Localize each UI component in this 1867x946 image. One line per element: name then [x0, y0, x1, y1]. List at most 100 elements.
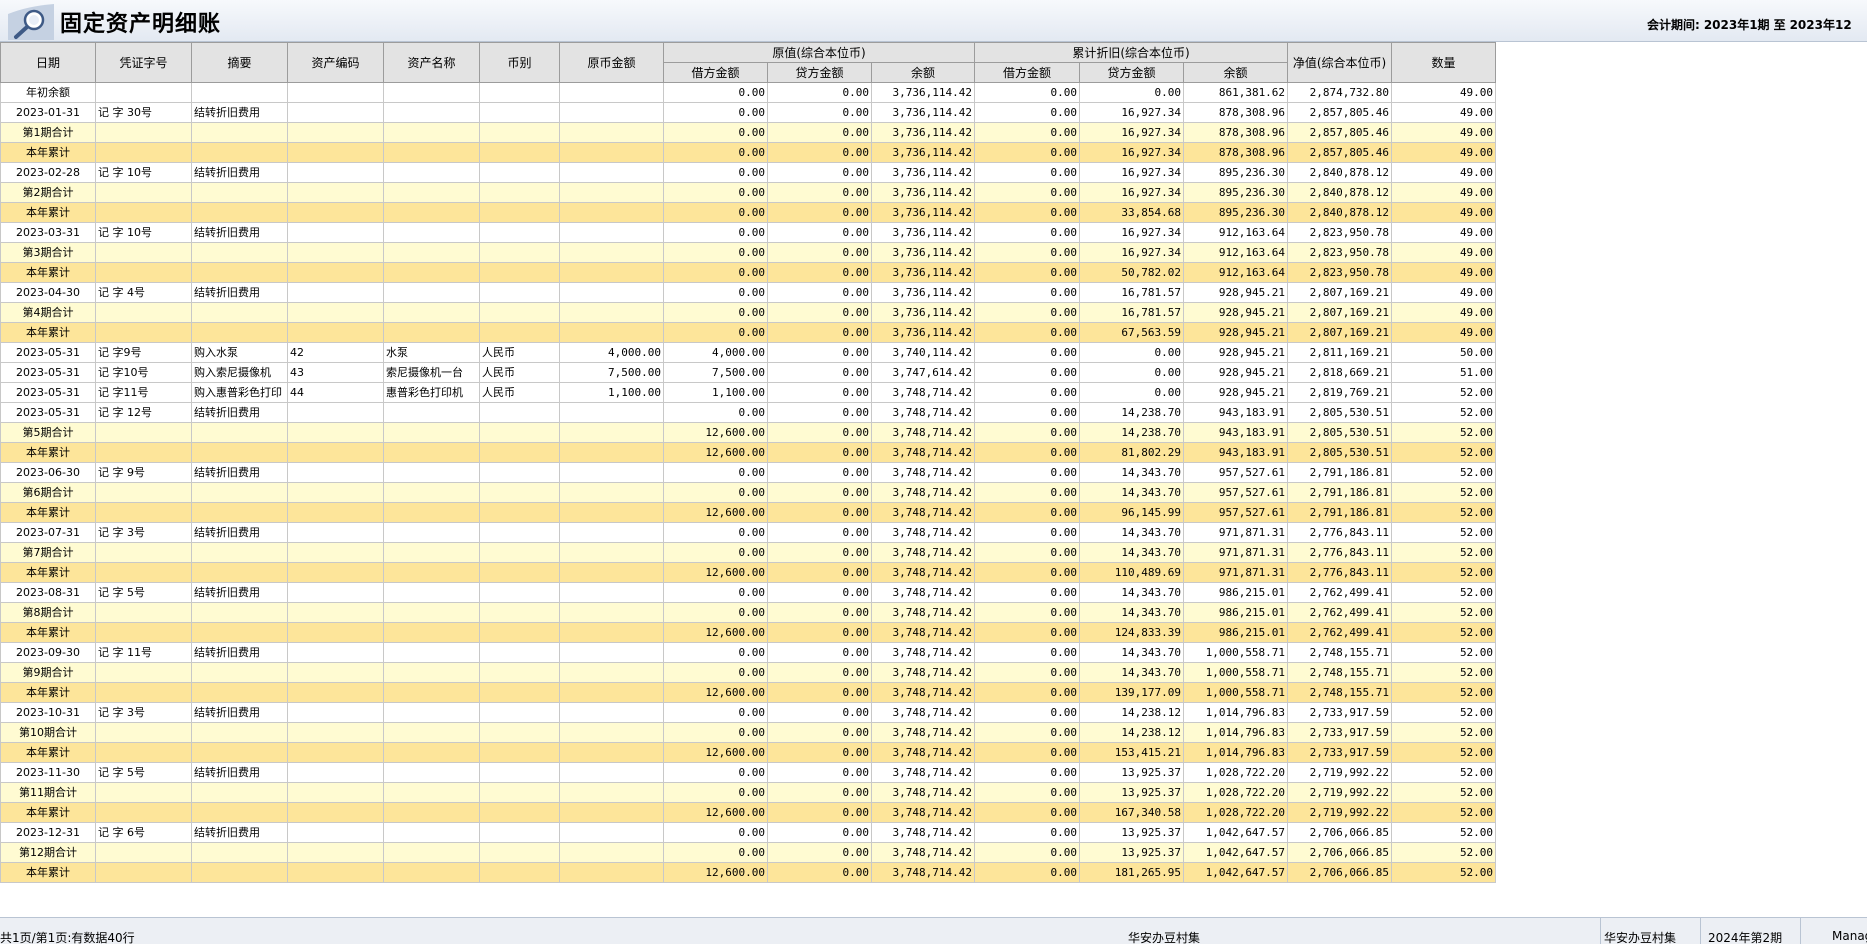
ledger-grid[interactable]: 日期 凭证字号 摘要 资产编码 资产名称 币别 原币金额 原值(综合本位币) 累…	[0, 42, 1497, 883]
cell-orig-amount: 1,100.00	[559, 382, 664, 403]
year-total-row[interactable]: 本年累计 12,600.00 0.00 3,748,714.42 0.00 139,177…	[0, 682, 1497, 703]
table-row[interactable]: 2023-05-31 记 字 12号 结转折旧费用 0.00 0.00 3,748,714…	[0, 402, 1497, 423]
year-total-row[interactable]: 本年累计 0.00 0.00 3,736,114.42 0.00 16,927.34 878…	[0, 142, 1497, 163]
cell-voucher	[95, 182, 192, 203]
col-asset-code[interactable]: 资产编码	[287, 42, 384, 83]
year-total-row[interactable]: 本年累计 12,600.00 0.00 3,748,714.42 0.00 124,833…	[0, 622, 1497, 643]
cell-summary	[191, 602, 288, 623]
cell-dep-debit: 0.00	[974, 342, 1081, 363]
cell-asset-code	[287, 322, 384, 343]
cell-orig-balance: 3,748,714.42	[870, 822, 976, 843]
cell-asset-code	[287, 222, 384, 243]
period-subtotal-row[interactable]: 第7期合计 0.00 0.00 3,748,714.42 0.00 14,343.70 97…	[0, 542, 1497, 563]
cell-orig-debit: 0.00	[663, 582, 768, 603]
table-row[interactable]: 2023-09-30 记 字 11号 结转折旧费用 0.00 0.00 3,748,714…	[0, 642, 1497, 663]
cell-orig-credit: 0.00	[767, 462, 872, 483]
col-date[interactable]: 日期	[0, 42, 96, 83]
year-total-row[interactable]: 本年累计 12,600.00 0.00 3,748,714.42 0.00 81,802.…	[0, 442, 1497, 463]
table-row[interactable]: 2023-07-31 记 字 3号 结转折旧费用 0.00 0.00 3,748,714.…	[0, 522, 1497, 543]
cell-orig-debit: 0.00	[663, 202, 768, 223]
year-total-row[interactable]: 本年累计 12,600.00 0.00 3,748,714.42 0.00 153,415…	[0, 742, 1497, 763]
cell-voucher	[95, 322, 192, 343]
cell-orig-balance: 3,736,114.42	[870, 202, 976, 223]
table-row[interactable]: 2023-01-31 记 字 30号 结转折旧费用 0.00 0.00 3,736,114…	[0, 102, 1497, 123]
period-subtotal-row[interactable]: 第5期合计 12,600.00 0.00 3,748,714.42 0.00 14,238…	[0, 422, 1497, 443]
cell-summary: 结转折旧费用	[191, 462, 288, 483]
table-row[interactable]: 2023-03-31 记 字 10号 结转折旧费用 0.00 0.00 3,736,114…	[0, 222, 1497, 243]
cell-dep-debit: 0.00	[974, 422, 1081, 443]
cell-voucher: 记 字 12号	[95, 402, 192, 423]
cell-dep-debit: 0.00	[974, 622, 1081, 643]
cell-orig-amount: 4,000.00	[559, 342, 664, 363]
table-row[interactable]: 2023-05-31 记 字11号 购入惠普彩色打印 44 惠普彩色打印机 人民币 1,10…	[0, 382, 1497, 403]
col-net-value[interactable]: 净值(综合本位币)	[1287, 42, 1393, 83]
opening-balance-row[interactable]: 年初余额 0.00 0.00 3,736,114.42 0.00 0.00 861,381.…	[0, 82, 1497, 103]
col-quantity[interactable]: 数量	[1391, 42, 1497, 83]
year-total-row[interactable]: 本年累计 12,600.00 0.00 3,748,714.42 0.00 167,340…	[0, 802, 1497, 823]
period-subtotal-row[interactable]: 第9期合计 0.00 0.00 3,748,714.42 0.00 14,343.70 1,…	[0, 662, 1497, 683]
period-subtotal-row[interactable]: 第11期合计 0.00 0.00 3,748,714.42 0.00 13,925.37 1…	[0, 782, 1497, 803]
year-total-row[interactable]: 本年累计 12,600.00 0.00 3,748,714.42 0.00 96,145.…	[0, 502, 1497, 523]
cell-dep-credit: 153,415.21	[1079, 742, 1185, 763]
cell-asset-name	[383, 102, 480, 123]
cell-date: 第10期合计	[0, 722, 96, 743]
period-subtotal-row[interactable]: 第4期合计 0.00 0.00 3,736,114.42 0.00 16,781.57 92…	[0, 302, 1497, 323]
cell-orig-debit: 0.00	[663, 142, 768, 163]
table-row[interactable]: 2023-10-31 记 字 3号 结转折旧费用 0.00 0.00 3,748,714.…	[0, 702, 1497, 723]
col-orig-debit[interactable]: 借方金额	[663, 62, 768, 83]
cell-dep-credit: 14,343.70	[1079, 602, 1185, 623]
table-row[interactable]: 2023-05-31 记 字9号 购入水泵 42 水泵 人民币 4,000.00 4,000.…	[0, 342, 1497, 363]
year-total-row[interactable]: 本年累计 0.00 0.00 3,736,114.42 0.00 67,563.59 928…	[0, 322, 1497, 343]
cell-currency	[479, 162, 560, 183]
cell-orig-debit: 0.00	[663, 102, 768, 123]
cell-dep-credit: 0.00	[1079, 342, 1185, 363]
col-dep-balance[interactable]: 余额	[1183, 62, 1289, 83]
period-subtotal-row[interactable]: 第3期合计 0.00 0.00 3,736,114.42 0.00 16,927.34 91…	[0, 242, 1497, 263]
cell-currency: 人民币	[479, 362, 560, 383]
table-row[interactable]: 2023-05-31 记 字10号 购入索尼摄像机 43 索尼摄像机一台 人民币 7,500…	[0, 362, 1497, 383]
cell-orig-amount	[559, 742, 664, 763]
cell-dep-credit: 81,802.29	[1079, 442, 1185, 463]
col-dep-debit[interactable]: 借方金额	[974, 62, 1081, 83]
cell-orig-amount	[559, 642, 664, 663]
cell-asset-code	[287, 622, 384, 643]
col-asset-name[interactable]: 资产名称	[383, 42, 480, 83]
table-row[interactable]: 2023-08-31 记 字 5号 结转折旧费用 0.00 0.00 3,748,714.…	[0, 582, 1497, 603]
table-row[interactable]: 2023-11-30 记 字 5号 结转折旧费用 0.00 0.00 3,748,714.…	[0, 762, 1497, 783]
cell-voucher	[95, 82, 192, 103]
period-subtotal-row[interactable]: 第12期合计 0.00 0.00 3,748,714.42 0.00 13,925.37 1…	[0, 842, 1497, 863]
cell-orig-debit: 0.00	[663, 482, 768, 503]
cell-orig-amount: 7,500.00	[559, 362, 664, 383]
table-row[interactable]: 2023-04-30 记 字 4号 结转折旧费用 0.00 0.00 3,736,114.…	[0, 282, 1497, 303]
year-total-row[interactable]: 本年累计 12,600.00 0.00 3,748,714.42 0.00 110,489…	[0, 562, 1497, 583]
period-subtotal-row[interactable]: 第6期合计 0.00 0.00 3,748,714.42 0.00 14,343.70 95…	[0, 482, 1497, 503]
period-subtotal-row[interactable]: 第2期合计 0.00 0.00 3,736,114.42 0.00 16,927.34 89…	[0, 182, 1497, 203]
year-total-row[interactable]: 本年累计 12,600.00 0.00 3,748,714.42 0.00 181,265…	[0, 862, 1497, 883]
cell-orig-credit: 0.00	[767, 302, 872, 323]
cell-net-value: 2,857,805.46	[1287, 122, 1393, 143]
col-orig-credit[interactable]: 贷方金额	[767, 62, 872, 83]
period-subtotal-row[interactable]: 第8期合计 0.00 0.00 3,748,714.42 0.00 14,343.70 98…	[0, 602, 1497, 623]
col-orig-amount[interactable]: 原币金额	[559, 42, 664, 83]
cell-orig-balance: 3,736,114.42	[870, 142, 976, 163]
cell-quantity: 49.00	[1391, 302, 1497, 323]
cell-orig-credit: 0.00	[767, 182, 872, 203]
cell-asset-name	[383, 822, 480, 843]
table-row[interactable]: 2023-06-30 记 字 9号 结转折旧费用 0.00 0.00 3,748,714.…	[0, 462, 1497, 483]
cell-dep-balance: 861,381.62	[1183, 82, 1289, 103]
col-summary[interactable]: 摘要	[191, 42, 288, 83]
cell-asset-name: 水泵	[383, 342, 480, 363]
cell-orig-balance: 3,748,714.42	[870, 462, 976, 483]
cell-voucher	[95, 302, 192, 323]
col-dep-credit[interactable]: 贷方金额	[1079, 62, 1185, 83]
period-subtotal-row[interactable]: 第10期合计 0.00 0.00 3,748,714.42 0.00 14,238.12 1…	[0, 722, 1497, 743]
cell-orig-debit: 0.00	[663, 162, 768, 183]
col-currency[interactable]: 币别	[479, 42, 560, 83]
col-orig-balance[interactable]: 余额	[870, 62, 976, 83]
period-subtotal-row[interactable]: 第1期合计 0.00 0.00 3,736,114.42 0.00 16,927.34 87…	[0, 122, 1497, 143]
year-total-row[interactable]: 本年累计 0.00 0.00 3,736,114.42 0.00 50,782.02 912…	[0, 262, 1497, 283]
table-row[interactable]: 2023-12-31 记 字 6号 结转折旧费用 0.00 0.00 3,748,714.…	[0, 822, 1497, 843]
col-voucher[interactable]: 凭证字号	[95, 42, 192, 83]
year-total-row[interactable]: 本年累计 0.00 0.00 3,736,114.42 0.00 33,854.68 895…	[0, 202, 1497, 223]
table-row[interactable]: 2023-02-28 记 字 10号 结转折旧费用 0.00 0.00 3,736,114…	[0, 162, 1497, 183]
